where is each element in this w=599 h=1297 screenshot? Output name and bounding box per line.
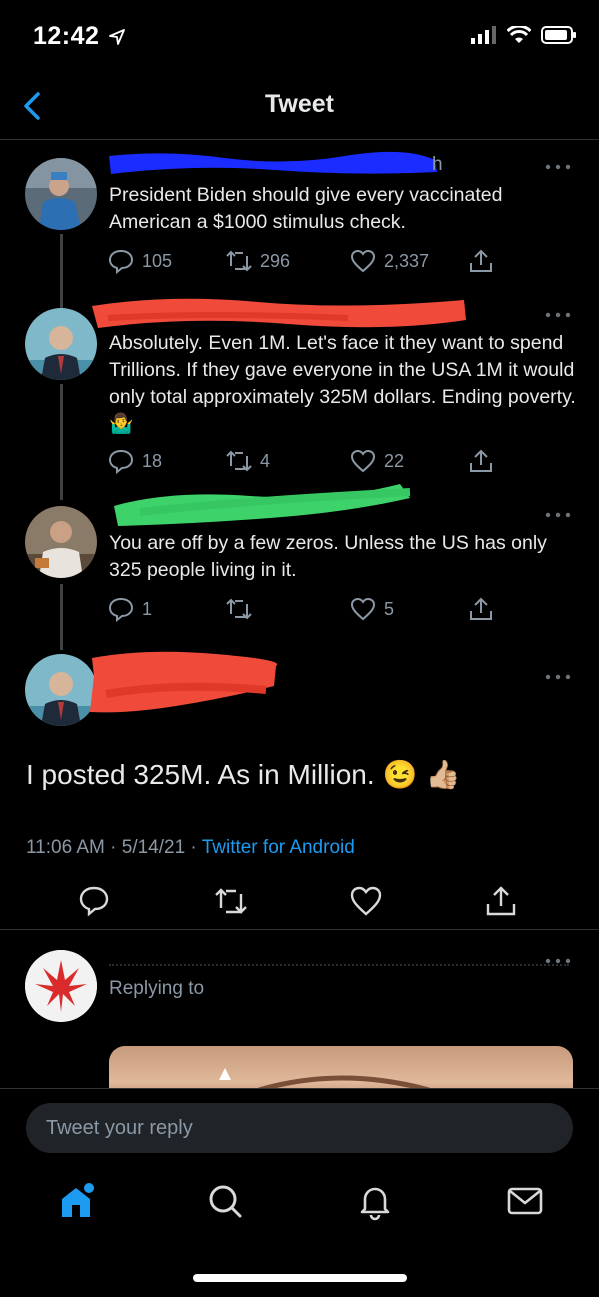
nav-bar: Tweet (0, 74, 599, 140)
like-button[interactable]: 22 (350, 446, 404, 476)
retweet-button[interactable]: 296 (226, 246, 290, 276)
bottom-bar: Tweet your reply (0, 1088, 599, 1297)
reply-input[interactable]: Tweet your reply (26, 1103, 573, 1153)
share-icon (470, 249, 492, 272)
reply-button[interactable]: 1 (108, 594, 152, 624)
like-icon (350, 249, 376, 273)
retweet-button[interactable] (226, 594, 260, 624)
reply-icon (108, 597, 134, 622)
retweet-icon (226, 250, 252, 272)
tweet-actions: 105 296 2,337 (108, 246, 508, 276)
redaction-scribble (90, 651, 278, 713)
share-icon (470, 449, 492, 472)
share-button[interactable] (468, 446, 494, 476)
tweet-text: President Biden should give every vaccin… (109, 184, 503, 233)
reply-tweet[interactable]: Replying to (0, 940, 599, 1088)
like-icon[interactable] (349, 884, 383, 918)
more-icon[interactable] (543, 956, 573, 966)
retweet-icon (226, 450, 252, 472)
thread-line (60, 234, 63, 310)
tweet-text: You are off by a few zeros. Unless the U… (109, 532, 547, 581)
tweet-actions: 1 5 (108, 594, 508, 624)
thread-line (60, 584, 63, 650)
wink-emoji: 😉 (382, 759, 418, 790)
reply-icon (108, 249, 134, 274)
thumbs-up-emoji: 👍🏼 (425, 759, 461, 790)
thread-tweet-3[interactable]: You are off by a few zeros. Unless the U… (0, 484, 599, 650)
reply-author-line (109, 950, 569, 966)
avatar[interactable] (25, 158, 97, 230)
search-icon[interactable] (205, 1181, 245, 1221)
messages-icon[interactable] (505, 1181, 545, 1221)
share-icon[interactable] (484, 884, 518, 918)
like-button[interactable]: 2,337 (350, 246, 429, 276)
reply-icon (108, 449, 134, 474)
battery-icon (541, 26, 576, 44)
main-tweet (0, 650, 599, 750)
location-arrow-icon (109, 29, 125, 46)
page-title: Tweet (265, 90, 334, 118)
redaction-scribble (109, 151, 437, 174)
like-button[interactable]: 5 (350, 594, 394, 624)
main-tweet-actions (0, 880, 599, 930)
like-icon (350, 597, 376, 621)
tweet-meta: 11:06 AM · 5/14/21 · Twitter for Android (26, 837, 355, 858)
retweet-icon[interactable] (214, 884, 248, 918)
avatar[interactable] (25, 308, 97, 380)
thread-line (60, 300, 63, 308)
reply-button[interactable]: 18 (108, 446, 162, 476)
reply-icon[interactable] (77, 884, 111, 918)
more-icon[interactable] (543, 162, 573, 172)
notifications-icon[interactable] (355, 1181, 395, 1221)
home-icon[interactable] (56, 1181, 96, 1221)
more-icon[interactable] (543, 310, 573, 320)
signal-icon (471, 26, 496, 44)
home-indicator (193, 1274, 407, 1282)
author-name-suffix: h (432, 154, 443, 175)
tweet-actions: 18 4 22 (108, 446, 508, 476)
avatar[interactable] (25, 950, 97, 1022)
thread-tweet-1[interactable]: h President Biden should give every vacc… (0, 140, 599, 310)
more-icon[interactable] (543, 672, 573, 682)
retweet-button[interactable]: 4 (226, 446, 270, 476)
wifi-icon (507, 26, 531, 43)
main-tweet-text: I posted 325M. As in Million. 😉 👍🏼 (26, 758, 461, 791)
like-icon (350, 449, 376, 473)
status-indicators (471, 26, 577, 44)
status-bar: 12:42 (0, 0, 599, 74)
avatar[interactable] (25, 506, 97, 578)
status-time: 12:42 (33, 22, 125, 51)
tweet-source-link[interactable]: Twitter for Android (202, 837, 355, 858)
retweet-icon (226, 598, 252, 620)
reply-media[interactable] (109, 1046, 573, 1088)
share-button[interactable] (468, 246, 494, 276)
reply-button[interactable]: 105 (108, 246, 172, 276)
thread-line (60, 384, 63, 500)
tweet-text: Absolutely. Even 1M. Let's face it they … (109, 332, 576, 435)
share-icon (470, 597, 492, 620)
replying-to-label: Replying to (109, 978, 205, 999)
more-icon[interactable] (543, 510, 573, 520)
share-button[interactable] (468, 594, 494, 624)
thread-tweet-2[interactable]: Absolutely. Even 1M. Let's face it they … (0, 298, 599, 500)
shrug-emoji: 🤷‍♂️ (109, 413, 134, 435)
